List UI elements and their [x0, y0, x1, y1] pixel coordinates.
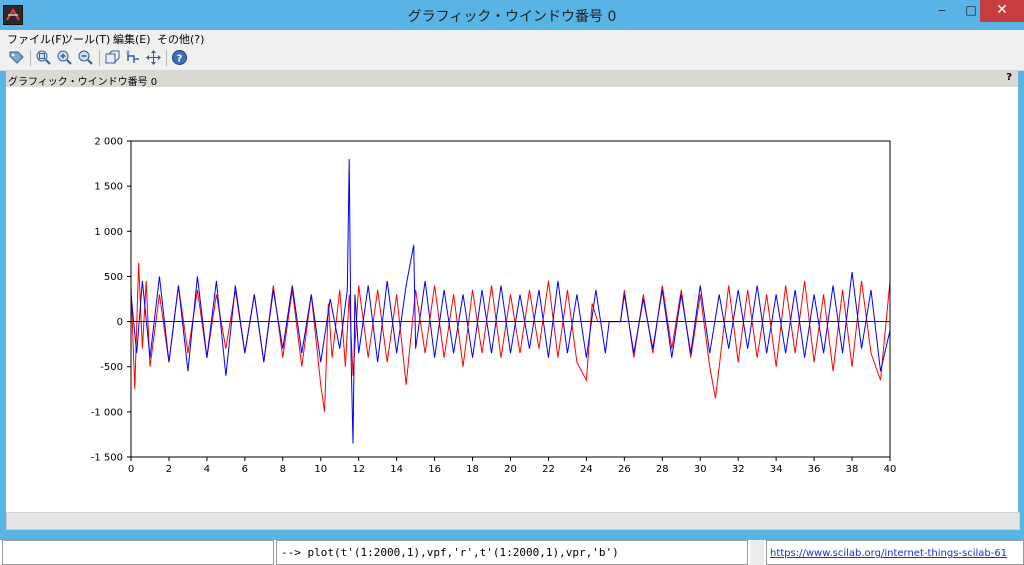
- y-tick-label: -1 000: [91, 407, 123, 418]
- zoom-in-icon[interactable]: [56, 49, 73, 66]
- console-divider: [750, 540, 764, 565]
- datatip-icon[interactable]: [8, 49, 25, 66]
- x-tick-label: 18: [466, 464, 479, 475]
- x-tick-label: 16: [428, 464, 441, 475]
- plot-chart: 0 2 4 6 8 10 12 14 16 18 20 22 24 26 28 30 32 34 36 38 40 -1…: [91, 137, 897, 476]
- pan-icon[interactable]: [145, 49, 162, 66]
- x-tick-label: 12: [352, 464, 365, 475]
- y-tick-label: -500: [100, 362, 123, 373]
- x-tick-label: 40: [884, 464, 897, 475]
- x-tick-label: 22: [542, 464, 555, 475]
- graphic-canvas[interactable]: 0 2 4 6 8 10 12 14 16 18 20 22 24 26 28 30 32 34 36 38 40 -1…: [6, 88, 1018, 510]
- window-title: グラフィック・ウインドウ番号 0: [407, 9, 617, 25]
- close-button[interactable]: ✕: [980, 0, 1024, 22]
- y-tick-label: 2 000: [94, 137, 123, 148]
- axes-box: [130, 140, 891, 458]
- title-bar: グラフィック・ウインドウ番号 0 ‒ □ ✕: [0, 0, 1024, 30]
- x-tick-label: 14: [390, 464, 403, 475]
- console-input[interactable]: --> plot(t'(1:2000,1),vpf,'r',t'(1:2000,…: [276, 540, 748, 565]
- datatip-manager-icon[interactable]: [125, 49, 142, 66]
- y-tick-label: 0: [117, 317, 123, 328]
- x-tick-label: 28: [656, 464, 669, 475]
- x-tick-label: 30: [694, 464, 707, 475]
- minimize-button[interactable]: ‒: [926, 0, 958, 22]
- series-line-1: [130, 159, 891, 444]
- figure-tab-title[interactable]: グラフィック・ウインドウ番号 0: [8, 73, 157, 88]
- menu-other[interactable]: その他(?): [157, 31, 204, 47]
- console-command-text: --> plot(t'(1:2000,1),vpf,'r',t'(1:2000,…: [281, 546, 619, 559]
- x-tick-label: 34: [770, 464, 783, 475]
- window-frame-right: [1018, 30, 1024, 540]
- zoom-out-icon[interactable]: [77, 49, 94, 66]
- x-tick-label: 0: [128, 464, 134, 475]
- help-icon[interactable]: ?: [171, 49, 188, 66]
- rotate-3d-icon[interactable]: [104, 49, 121, 66]
- svg-text:?: ?: [177, 54, 183, 65]
- menu-bar: ファイル(F) ツール(T) 編集(E) その他(?): [0, 30, 1024, 46]
- console-left-panel[interactable]: [2, 540, 274, 565]
- tab-help-button[interactable]: ?: [1006, 72, 1012, 83]
- x-tick-label: 2: [166, 464, 172, 475]
- zoom-area-icon[interactable]: [35, 49, 52, 66]
- x-tick-label: 36: [808, 464, 821, 475]
- x-tick-label: 26: [618, 464, 631, 475]
- y-axis-ticks: -1 500 -1 000 -500 0 500 1 000 1 500 2 000: [91, 137, 131, 464]
- browser-panel: https://www.scilab.org/internet-things-s…: [766, 540, 1024, 565]
- y-tick-label: -1 500: [91, 453, 123, 464]
- menu-edit[interactable]: 編集(E): [113, 31, 151, 47]
- scilab-url-link[interactable]: https://www.scilab.org/internet-things-s…: [770, 548, 1007, 559]
- toolbar: ?: [0, 46, 1024, 71]
- toolbar-separator: [99, 50, 100, 66]
- series-layer: [130, 159, 891, 444]
- menu-tools[interactable]: ツール(T): [62, 31, 110, 47]
- figure-info-bar: [6, 512, 1020, 530]
- x-tick-label: 24: [580, 464, 593, 475]
- x-tick-label: 38: [846, 464, 859, 475]
- menu-file[interactable]: ファイル(F): [7, 31, 66, 47]
- toolbar-separator: [30, 50, 31, 66]
- toolbar-separator: [166, 50, 167, 66]
- x-tick-label: 4: [204, 464, 210, 475]
- x-tick-label: 6: [242, 464, 248, 475]
- x-tick-label: 32: [732, 464, 745, 475]
- window-bottom-frame: [0, 530, 1024, 540]
- y-tick-label: 500: [104, 272, 123, 283]
- x-tick-label: 10: [314, 464, 327, 475]
- figure-tab-header: グラフィック・ウインドウ番号 0 ?: [6, 71, 1018, 88]
- x-axis-ticks: 0 2 4 6 8 10 12 14 16 18 20 22 24 26 28 30 32 34 36 38 40: [128, 457, 897, 475]
- x-tick-label: 20: [504, 464, 517, 475]
- y-tick-label: 1 500: [94, 182, 123, 193]
- x-tick-label: 8: [280, 464, 286, 475]
- y-tick-label: 1 000: [94, 227, 123, 238]
- series-line-0: [130, 262, 891, 412]
